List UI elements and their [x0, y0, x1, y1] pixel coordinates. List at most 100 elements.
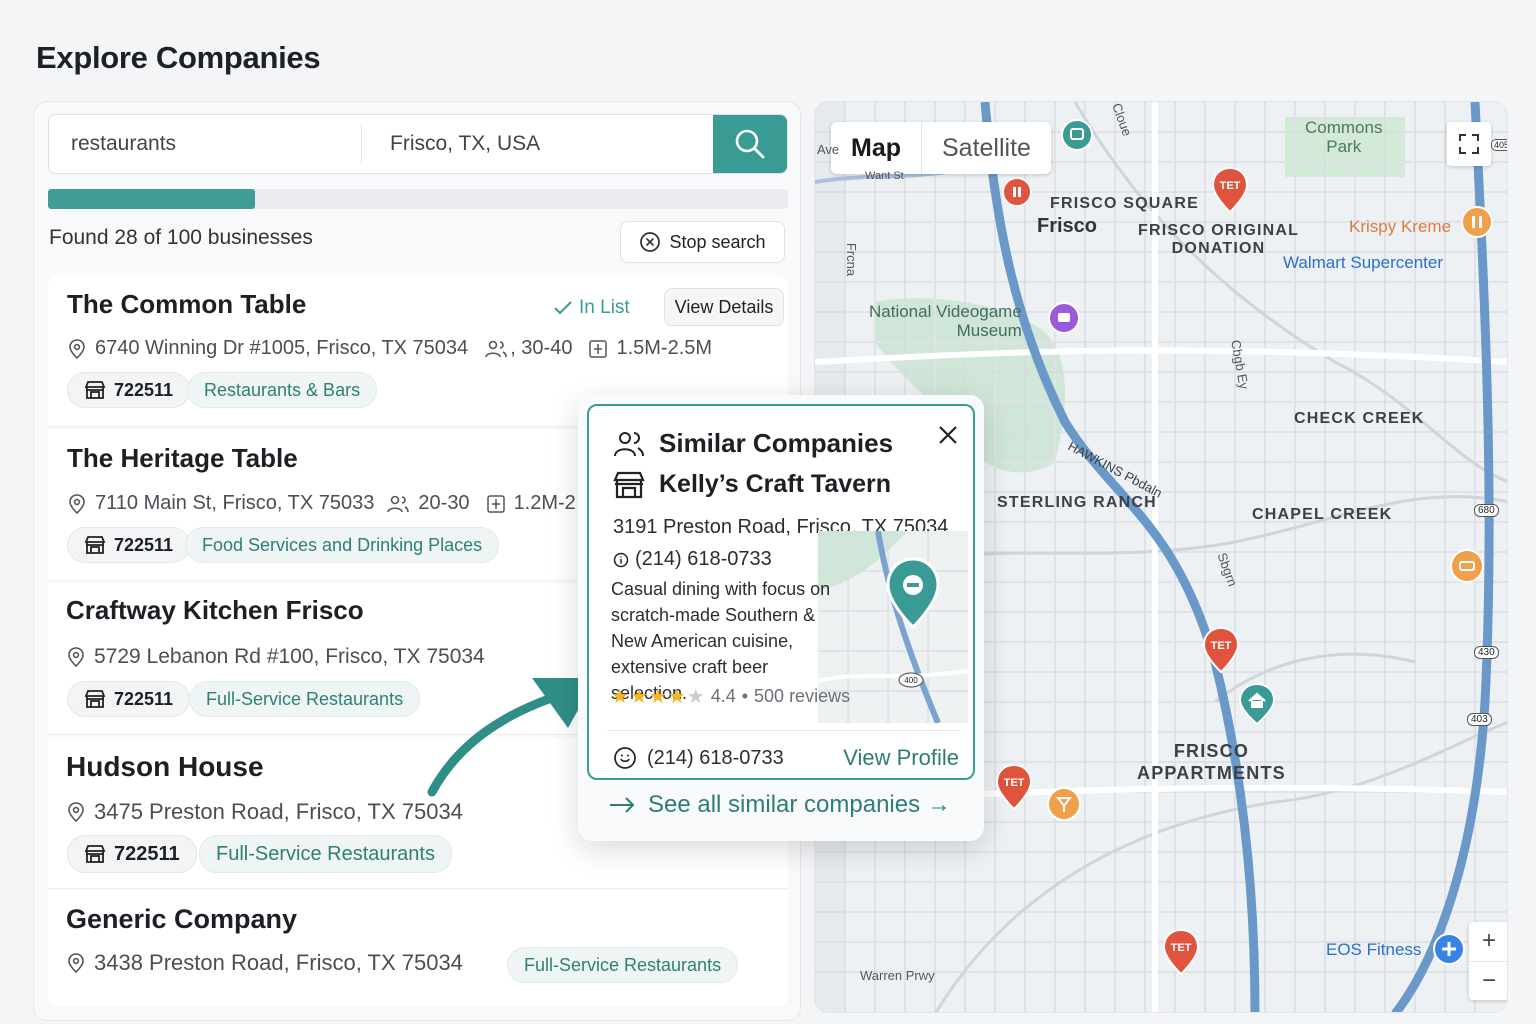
search-button[interactable] [713, 115, 787, 173]
search-input[interactable] [49, 115, 361, 173]
search-bar [48, 114, 788, 174]
marker-text: TET [1171, 942, 1192, 954]
naics-code: 722511 [114, 842, 180, 865]
company-address: 6740 Winning Dr #1005, Frisco, TX 75034 [95, 337, 469, 359]
naics-code: 722511 [114, 534, 174, 555]
location-pin-icon [68, 802, 84, 823]
company-name: Hudson House [66, 751, 264, 782]
map-label-sterling-ranch: STERLING RANCH [997, 494, 1157, 511]
popup-company: Kelly’s Craft Tavern [613, 470, 891, 499]
map-label-krispy-kreme: Krispy Kreme [1349, 217, 1452, 236]
map-label-frisco-original: FRISCO ORIGINAL DONATION [1138, 222, 1300, 257]
zoom-controls: + − [1469, 922, 1507, 1001]
map-label-frisco-appartments: FRISCO APPARTMENTS [1137, 741, 1286, 783]
map-type-toggle: Map Satellite [831, 122, 1051, 174]
star-icon: ★ [686, 686, 705, 708]
map-button[interactable]: Map [831, 122, 921, 174]
map-marker-orange[interactable] [1460, 205, 1494, 244]
map-label-frisco-square: FRISCO SQUARE [1050, 195, 1199, 212]
marker-text: TET [1004, 777, 1025, 789]
company-meta: 3438 Preston Road, Frisco, TX 75034 [66, 950, 463, 976]
map-marker-teal[interactable] [1060, 118, 1094, 157]
popup-footer-phone[interactable]: (214) 618-0733 [613, 736, 784, 780]
map-label-road-ave: Ave [817, 142, 840, 157]
mini-map-highway: 400 [904, 676, 918, 685]
map-label-chapel-creek: CHAPEL CREEK [1252, 506, 1393, 523]
company-address: 7110 Main St, Frisco, TX 75033 [95, 492, 375, 514]
zoom-in-button[interactable]: + [1469, 922, 1507, 962]
map-marker-teal-home[interactable] [1237, 682, 1277, 731]
map-label-want-st: Want St [865, 170, 904, 182]
store-icon [613, 471, 645, 498]
satellite-button[interactable]: Satellite [921, 122, 1051, 174]
popup-phone-text: (214) 618-0733 [635, 548, 772, 570]
map-marker-purple[interactable] [1047, 301, 1081, 340]
popup-phone: (214) 618-0733 [613, 548, 772, 571]
company-meta: 6740 Winning Dr #1005, Frisco, TX 75034 … [67, 337, 712, 360]
stop-icon [640, 232, 661, 252]
marker-text: TET [1220, 180, 1241, 192]
location-pin-icon [68, 647, 84, 668]
store-icon [84, 381, 106, 399]
company-name: The Heritage Table [67, 443, 298, 473]
star-icon: ★ [667, 686, 686, 708]
company-card[interactable]: Generic Company 3438 Preston Road, Frisc… [48, 890, 788, 1006]
revenue-icon [486, 494, 505, 513]
company-address: 5729 Lebanon Rd #100, Frisco, TX 75034 [94, 645, 485, 668]
star-icon: ★ [629, 686, 648, 708]
naics-code: 722511 [114, 688, 174, 709]
map-marker-orange[interactable] [1046, 786, 1082, 827]
location-pin-icon [69, 338, 85, 359]
view-profile-link[interactable]: View Profile [843, 736, 959, 780]
search-progress-fill [48, 189, 256, 209]
map-marker-red[interactable]: TET [995, 763, 1033, 816]
naics-code-chip: 722511 [67, 527, 191, 563]
check-icon [554, 301, 572, 315]
close-button[interactable] [933, 420, 963, 450]
fullscreen-button[interactable] [1447, 122, 1491, 166]
naics-code: 722511 [114, 379, 174, 400]
location-pin-icon [69, 493, 85, 514]
map-label-commons-park: Commons Park [1305, 118, 1383, 156]
map-label-road-3: Frcna [844, 242, 860, 277]
footer-phone-text: (214) 618-0733 [647, 746, 784, 769]
popup-rating: ★ ★ ★ ★ ★ 4.4 • 500 reviews [611, 684, 850, 709]
users-icon [614, 431, 644, 456]
map-marker-blue[interactable] [1432, 932, 1466, 971]
view-details-button[interactable]: View Details [664, 288, 784, 326]
map-label-walmart: Walmart Supercenter [1283, 253, 1443, 272]
map-marker-orange[interactable] [1449, 548, 1485, 589]
company-employees: , 30-40 [510, 337, 573, 359]
marker-text: TET [1211, 640, 1232, 652]
store-icon [84, 690, 106, 708]
company-address: 3438 Preston Road, Frisco, TX 75034 [94, 950, 463, 975]
see-all-similar-link[interactable]: See all similar companies → [608, 791, 951, 819]
company-name: The Common Table [67, 289, 307, 319]
highway-shield: 680 [1474, 504, 1499, 517]
in-list-indicator[interactable]: In List [553, 297, 630, 319]
naics-code-chip: 722511 [67, 681, 191, 717]
stop-search-label: Stop search [669, 231, 766, 252]
phone-icon [614, 747, 636, 769]
arrow-right-icon [610, 797, 635, 813]
map-label-national-videogame-museum: National Videogame Museum [869, 302, 1022, 340]
map-marker-red[interactable]: TET [1162, 928, 1200, 981]
company-meta: 5729 Lebanon Rd #100, Frisco, TX 75034 [66, 645, 485, 669]
map-marker-red[interactable]: TET [1211, 166, 1249, 219]
store-icon [84, 845, 106, 863]
page-title: Explore Companies [36, 40, 321, 75]
revenue-icon [589, 339, 608, 358]
stop-search-button[interactable]: Stop search [620, 221, 785, 263]
map-marker-red[interactable]: TET [1202, 626, 1240, 679]
rating-stars: ★ ★ ★ ★ ★ [611, 684, 705, 709]
category-chip: Food Services and Drinking Places [185, 527, 500, 563]
company-name: Craftway Kitchen Frisco [66, 595, 364, 625]
map-label-eos-fitness: EOS Fitness [1326, 940, 1422, 959]
popup-divider [607, 730, 961, 731]
location-input[interactable] [362, 115, 713, 173]
map-marker-pause[interactable] [1001, 176, 1033, 213]
rating-dot: • [741, 686, 749, 706]
zoom-out-button[interactable]: − [1469, 962, 1507, 1001]
category-chip: Full-Service Restaurants [507, 947, 739, 983]
company-address: 3475 Preston Road, Frisco, TX 75034 [94, 799, 463, 824]
